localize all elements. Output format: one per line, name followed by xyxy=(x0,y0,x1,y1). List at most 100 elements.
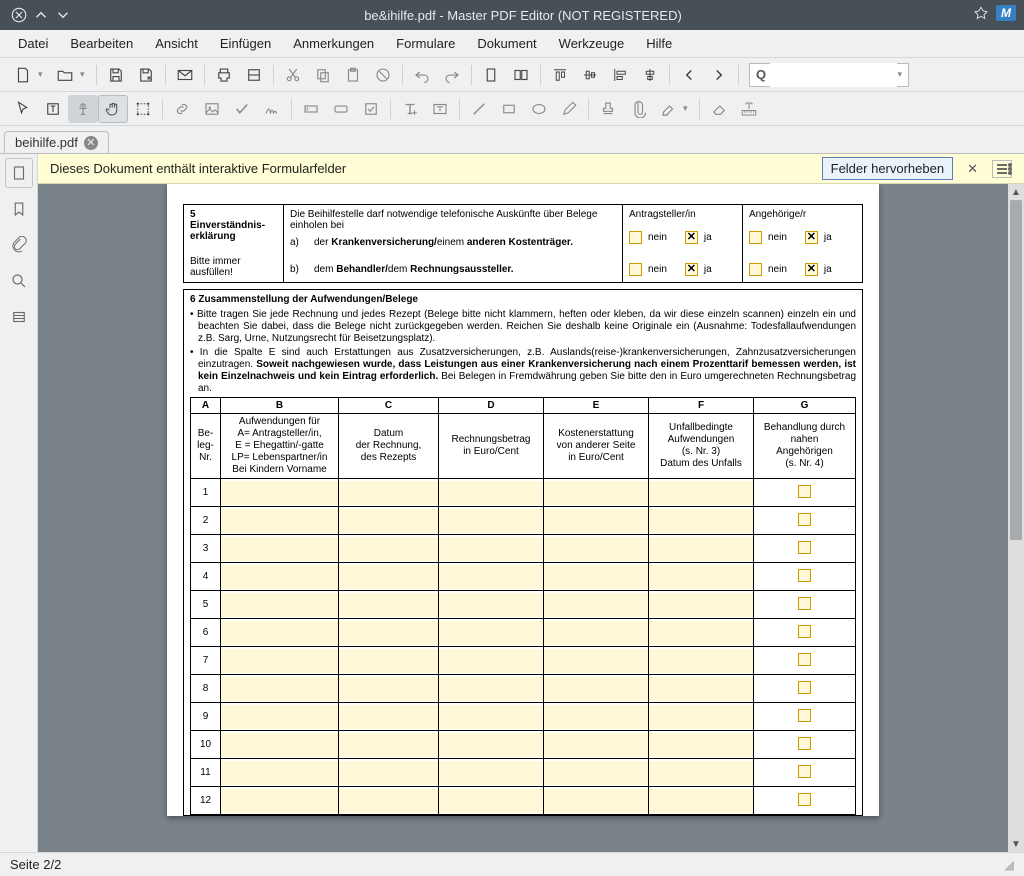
open-icon[interactable] xyxy=(50,61,80,89)
field-c[interactable] xyxy=(339,703,439,731)
field-f[interactable] xyxy=(649,507,754,535)
field-d[interactable] xyxy=(439,731,544,759)
field-b[interactable] xyxy=(221,591,339,619)
thumbnails-icon[interactable] xyxy=(5,158,33,188)
chk-angeh-a-ja[interactable]: ✕ xyxy=(805,231,818,244)
sign-icon[interactable] xyxy=(257,95,287,123)
field-g[interactable] xyxy=(754,563,856,591)
attachments-icon[interactable] xyxy=(5,230,33,260)
link-icon[interactable] xyxy=(167,95,197,123)
field-c[interactable] xyxy=(339,787,439,815)
field-f[interactable] xyxy=(649,675,754,703)
field-f[interactable] xyxy=(649,591,754,619)
field-f[interactable] xyxy=(649,479,754,507)
field-c[interactable] xyxy=(339,507,439,535)
cut-icon[interactable] xyxy=(278,61,308,89)
highlight-fields-button[interactable]: Felder hervorheben xyxy=(822,157,953,180)
check-icon[interactable] xyxy=(227,95,257,123)
rect-icon[interactable] xyxy=(494,95,524,123)
field-e[interactable] xyxy=(544,535,649,563)
field-f[interactable] xyxy=(649,563,754,591)
field-c[interactable] xyxy=(339,675,439,703)
field-e[interactable] xyxy=(544,647,649,675)
field-b[interactable] xyxy=(221,619,339,647)
form-text-icon[interactable] xyxy=(296,95,326,123)
align-left-icon[interactable] xyxy=(605,61,635,89)
scroll-down-icon[interactable]: ▼ xyxy=(1008,836,1024,852)
print-icon[interactable] xyxy=(209,61,239,89)
chk-antrag-a-ja[interactable]: ✕ xyxy=(685,231,698,244)
menu-dokument[interactable]: Dokument xyxy=(467,32,546,55)
window-arrow-up-icon[interactable] xyxy=(30,4,52,26)
scan-icon[interactable] xyxy=(239,61,269,89)
field-d[interactable] xyxy=(439,787,544,815)
field-e[interactable] xyxy=(544,591,649,619)
highlight-icon[interactable] xyxy=(653,95,683,123)
field-d[interactable] xyxy=(439,479,544,507)
chk-angeh-b-nein[interactable] xyxy=(749,263,762,276)
field-g[interactable] xyxy=(754,535,856,563)
field-g[interactable] xyxy=(754,703,856,731)
field-d[interactable] xyxy=(439,703,544,731)
tab-document[interactable]: beihilfe.pdf ✕ xyxy=(4,131,109,153)
prev-page-icon[interactable] xyxy=(674,61,704,89)
bookmarks-icon[interactable] xyxy=(5,194,33,224)
field-e[interactable] xyxy=(544,479,649,507)
chk-antrag-b-nein[interactable] xyxy=(629,263,642,276)
field-b[interactable] xyxy=(221,647,339,675)
hand-tool-icon[interactable] xyxy=(98,95,128,123)
menu-anmerkungen[interactable]: Anmerkungen xyxy=(283,32,384,55)
eraser-icon[interactable] xyxy=(704,95,734,123)
page-facing-icon[interactable] xyxy=(506,61,536,89)
field-f[interactable] xyxy=(649,619,754,647)
new-icon[interactable] xyxy=(8,61,38,89)
field-g[interactable] xyxy=(754,647,856,675)
email-icon[interactable] xyxy=(170,61,200,89)
form-check-icon[interactable] xyxy=(356,95,386,123)
field-b[interactable] xyxy=(221,479,339,507)
textbox-tool-icon[interactable] xyxy=(425,95,455,123)
field-b[interactable] xyxy=(221,731,339,759)
field-d[interactable] xyxy=(439,647,544,675)
chk-angeh-b-ja[interactable]: ✕ xyxy=(805,263,818,276)
menu-einfuegen[interactable]: Einfügen xyxy=(210,32,281,55)
search-dropdown-icon[interactable]: ▾ xyxy=(897,69,902,80)
new-dropdown[interactable]: ▾ xyxy=(38,69,50,80)
menu-werkzeuge[interactable]: Werkzeuge xyxy=(549,32,635,55)
chk-antrag-b-ja[interactable]: ✕ xyxy=(685,263,698,276)
field-d[interactable] xyxy=(439,619,544,647)
field-b[interactable] xyxy=(221,507,339,535)
undo-icon[interactable] xyxy=(407,61,437,89)
infobar-close-icon[interactable]: ✕ xyxy=(963,161,982,177)
field-g[interactable] xyxy=(754,759,856,787)
align-top-icon[interactable] xyxy=(545,61,575,89)
line-icon[interactable] xyxy=(464,95,494,123)
field-e[interactable] xyxy=(544,619,649,647)
field-g[interactable] xyxy=(754,731,856,759)
field-c[interactable] xyxy=(339,731,439,759)
delete-icon[interactable] xyxy=(368,61,398,89)
paste-icon[interactable] xyxy=(338,61,368,89)
ellipse-icon[interactable] xyxy=(524,95,554,123)
field-b[interactable] xyxy=(221,535,339,563)
open-dropdown[interactable]: ▾ xyxy=(80,69,92,80)
field-f[interactable] xyxy=(649,703,754,731)
field-c[interactable] xyxy=(339,619,439,647)
text-tool-icon[interactable] xyxy=(395,95,425,123)
window-close-icon[interactable] xyxy=(8,4,30,26)
field-e[interactable] xyxy=(544,675,649,703)
edit-object-icon[interactable] xyxy=(128,95,158,123)
layers-icon[interactable] xyxy=(5,302,33,332)
field-f[interactable] xyxy=(649,759,754,787)
menu-hilfe[interactable]: Hilfe xyxy=(636,32,682,55)
edit-text-icon[interactable] xyxy=(68,95,98,123)
field-g[interactable] xyxy=(754,675,856,703)
field-c[interactable] xyxy=(339,535,439,563)
searchpane-icon[interactable] xyxy=(5,266,33,296)
field-g[interactable] xyxy=(754,507,856,535)
next-page-icon[interactable] xyxy=(704,61,734,89)
field-g[interactable] xyxy=(754,591,856,619)
field-d[interactable] xyxy=(439,535,544,563)
select-tool-icon[interactable] xyxy=(8,95,38,123)
field-g[interactable] xyxy=(754,479,856,507)
